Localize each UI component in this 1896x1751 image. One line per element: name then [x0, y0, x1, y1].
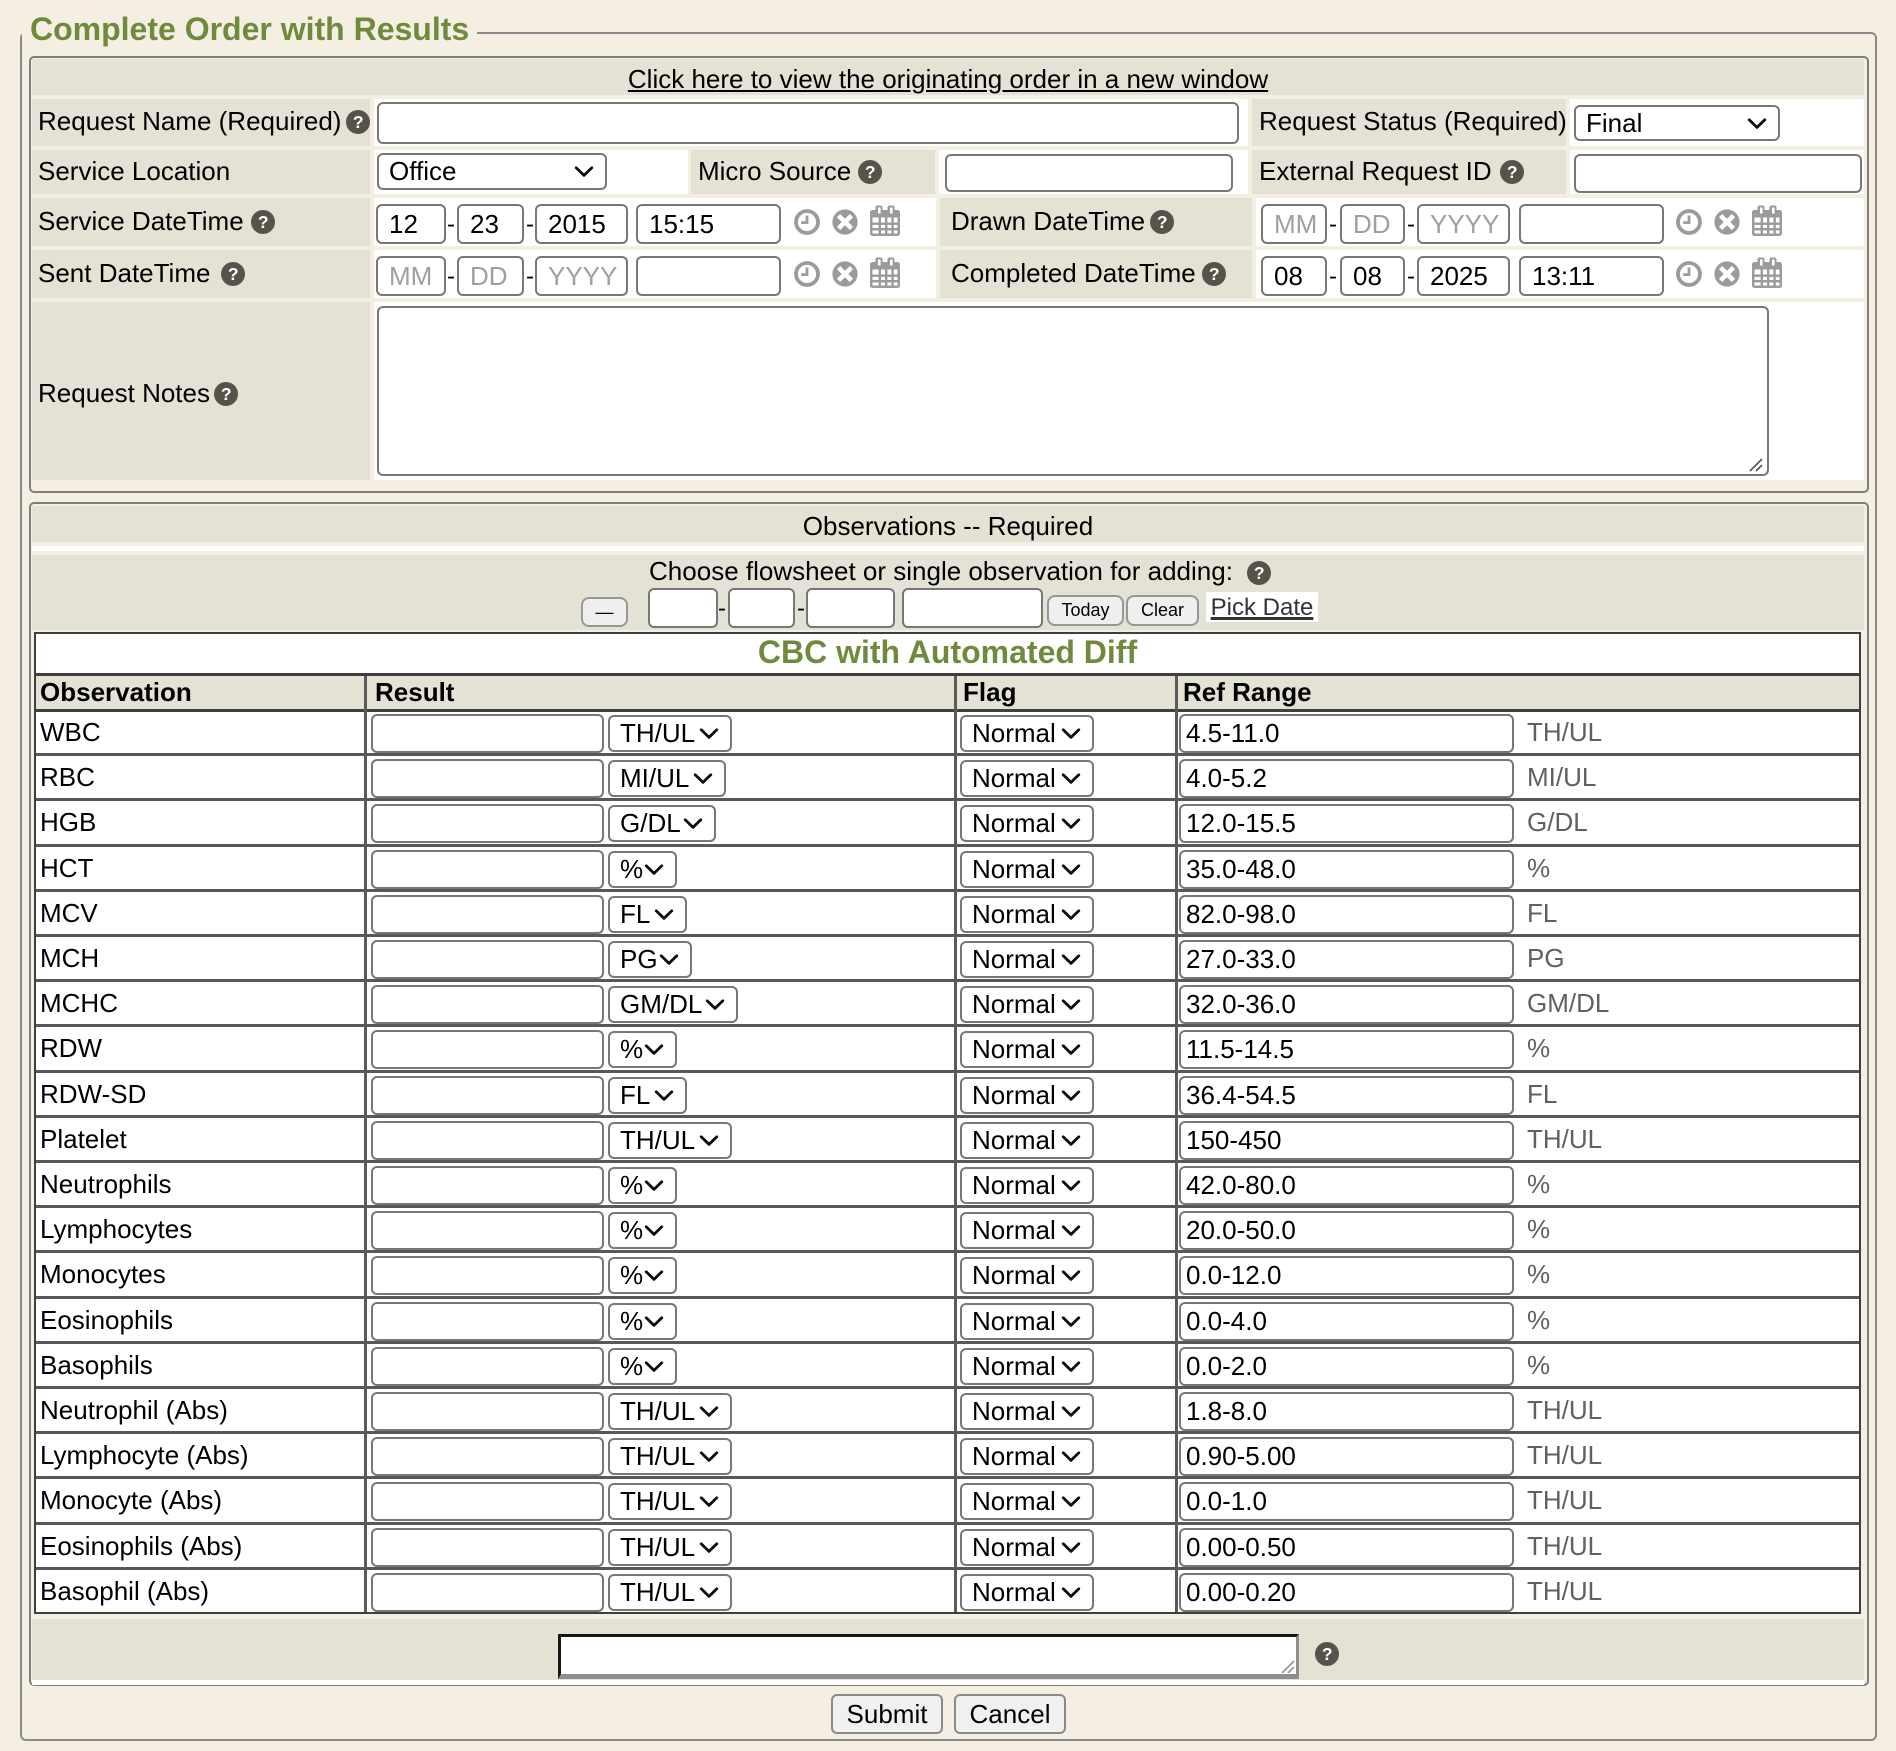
- svg-text:?: ?: [353, 112, 364, 132]
- svg-text:?: ?: [1254, 563, 1265, 583]
- svg-text:?: ?: [1209, 264, 1220, 284]
- svg-text:?: ?: [221, 384, 232, 404]
- svg-text:?: ?: [258, 212, 269, 232]
- svg-text:?: ?: [1322, 1644, 1333, 1664]
- svg-text:?: ?: [228, 264, 239, 284]
- svg-text:?: ?: [865, 162, 876, 182]
- svg-text:?: ?: [1157, 212, 1168, 232]
- svg-text:?: ?: [1507, 162, 1518, 182]
